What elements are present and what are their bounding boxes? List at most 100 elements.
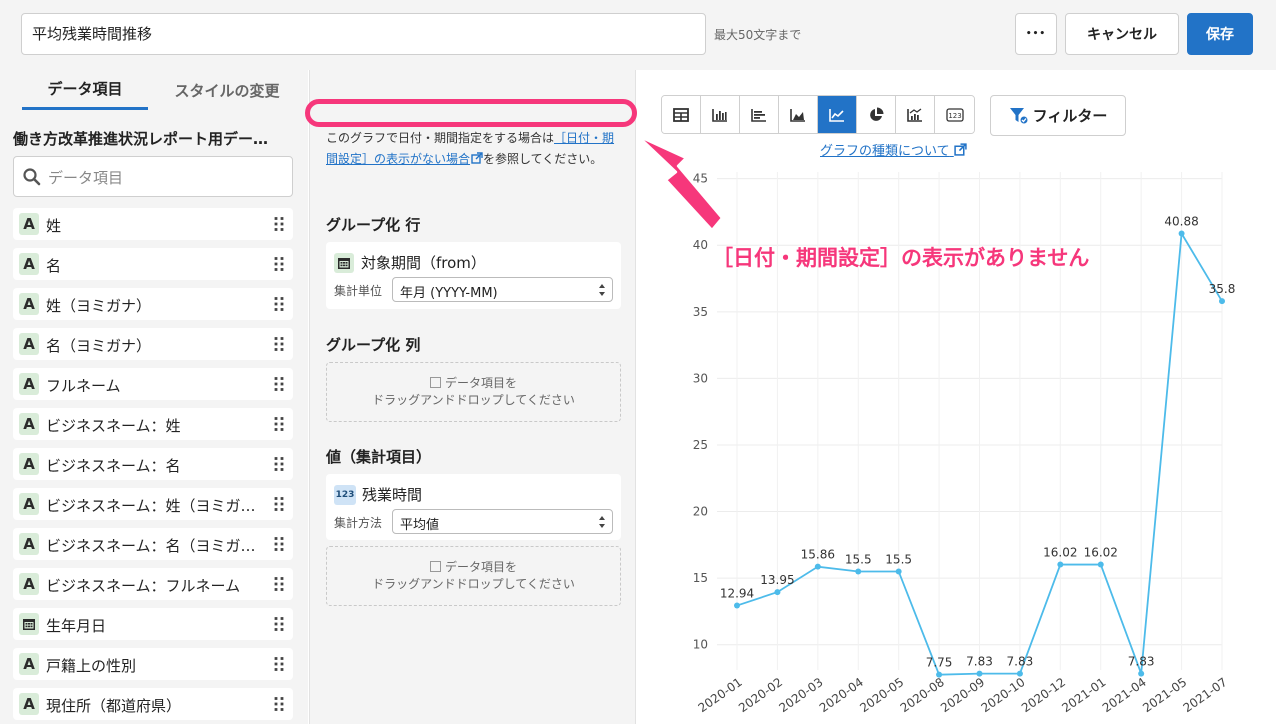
svg-text:123: 123 bbox=[948, 112, 961, 120]
value-dropzone[interactable]: データ項目を ドラッグアンドドロップしてください bbox=[326, 546, 621, 606]
chart-type-line[interactable] bbox=[818, 96, 857, 133]
field-label: 名 bbox=[46, 257, 62, 275]
field-label: ビジネスネーム：名 bbox=[46, 457, 181, 475]
chart-type-number[interactable]: 123 bbox=[935, 96, 974, 133]
group-column-dropzone[interactable]: データ項目を ドラッグアンドドロップしてください bbox=[326, 362, 621, 422]
field-item[interactable]: A ビジネスネーム：姓（ヨミガ… bbox=[13, 488, 293, 520]
group-row-card[interactable]: 対象期間（from） 集計単位 年月 (YYYY-MM) bbox=[326, 242, 621, 309]
y-tick-label: 20 bbox=[693, 505, 708, 519]
drag-handle-icon[interactable] bbox=[274, 537, 284, 551]
drag-handle-icon[interactable] bbox=[274, 577, 284, 591]
data-point bbox=[1097, 561, 1104, 568]
drag-handle-icon[interactable] bbox=[274, 497, 284, 511]
drag-handle-icon[interactable] bbox=[274, 697, 284, 711]
x-tick-label: 2020-04 bbox=[817, 675, 866, 715]
data-label: 7.75 bbox=[926, 656, 953, 670]
drag-handle-icon[interactable] bbox=[274, 297, 284, 311]
value-card[interactable]: 123 残業時間 集計方法 平均値 bbox=[326, 474, 621, 540]
number-icon: 123 bbox=[945, 107, 964, 122]
note-text-post: を参照してください。 bbox=[483, 152, 603, 166]
field-item[interactable]: A 姓（ヨミガナ） bbox=[13, 288, 293, 320]
data-label: 7.83 bbox=[1007, 655, 1034, 669]
drag-handle-icon[interactable] bbox=[274, 257, 284, 271]
text-type-icon: A bbox=[19, 253, 39, 275]
number-type-icon: 123 bbox=[334, 484, 356, 505]
title-length-hint: 最大50文字まで bbox=[714, 28, 802, 42]
y-tick-label: 15 bbox=[693, 571, 708, 585]
field-item[interactable]: A ビジネスネーム：名（ヨミガ… bbox=[13, 528, 293, 560]
chart-types-help-link[interactable]: グラフの種類について bbox=[820, 140, 967, 159]
filter-button[interactable]: フィルター bbox=[990, 95, 1126, 136]
drag-handle-icon[interactable] bbox=[274, 457, 284, 471]
calendar-icon bbox=[19, 613, 39, 635]
save-button[interactable]: 保存 bbox=[1187, 13, 1253, 55]
field-item[interactable]: A 現住所（都道府県） bbox=[13, 688, 293, 720]
chart-type-horizontal-bar[interactable] bbox=[740, 96, 779, 133]
drag-handle-icon[interactable] bbox=[274, 657, 284, 671]
missing-date-setting-highlight bbox=[305, 99, 637, 127]
external-link-icon bbox=[954, 143, 967, 156]
field-label: 戸籍上の性別 bbox=[46, 657, 137, 675]
dataset-title: 働き方改革推進状況レポート用デー… bbox=[13, 130, 269, 148]
horizontal-bar-icon bbox=[751, 108, 766, 122]
tab-style[interactable]: スタイルの変更 bbox=[152, 70, 302, 110]
pie-icon bbox=[870, 107, 884, 121]
data-label: 35.8 bbox=[1209, 282, 1236, 296]
x-tick-label: 2021-07 bbox=[1181, 675, 1230, 715]
drag-handle-icon[interactable] bbox=[274, 417, 284, 431]
top-bar: 平均残業時間推移 最大50文字まで ••• キャンセル 保存 bbox=[0, 0, 1276, 70]
group-column-title: グループ化 列 bbox=[326, 336, 421, 354]
y-tick-label: 40 bbox=[693, 238, 708, 252]
calendar-icon bbox=[334, 252, 354, 273]
field-label: ビジネスネーム：フルネーム bbox=[46, 577, 241, 595]
group-row-title: グループ化 行 bbox=[326, 216, 421, 234]
aggregation-unit-select[interactable]: 年月 (YYYY-MM) bbox=[392, 277, 613, 302]
data-items-panel: データ項目 スタイルの変更 働き方改革推進状況レポート用デー… データ項目 A姓… bbox=[0, 70, 308, 724]
tab-data-items[interactable]: データ項目 bbox=[22, 70, 148, 110]
field-label: 現住所（都道府県） bbox=[46, 697, 182, 715]
x-tick-label: 2020-05 bbox=[857, 675, 906, 715]
value-field: 残業時間 bbox=[362, 486, 423, 504]
drag-handle-icon[interactable] bbox=[274, 217, 284, 231]
chart-type-combo[interactable] bbox=[896, 96, 935, 133]
data-label: 7.83 bbox=[1128, 655, 1155, 669]
chart-types-help-text: グラフの種類について bbox=[820, 144, 950, 159]
dropzone-line2: ドラッグアンドドロップしてください bbox=[372, 577, 575, 591]
cancel-button[interactable]: キャンセル bbox=[1065, 13, 1179, 55]
data-label: 15.5 bbox=[845, 552, 872, 566]
drag-handle-icon[interactable] bbox=[274, 377, 284, 391]
external-link-icon bbox=[471, 152, 483, 164]
chart-type-pie[interactable] bbox=[857, 96, 896, 133]
dropzone-line1: データ項目を bbox=[444, 560, 517, 574]
chart-type-area[interactable] bbox=[779, 96, 818, 133]
text-type-icon: A bbox=[19, 413, 39, 435]
data-label: 15.5 bbox=[885, 552, 912, 566]
data-label: 40.88 bbox=[1164, 215, 1198, 229]
field-item[interactable]: A名 bbox=[13, 248, 293, 280]
field-item[interactable]: A フルネーム bbox=[13, 368, 293, 400]
field-item[interactable]: A ビジネスネーム：フルネーム bbox=[13, 568, 293, 600]
drop-icon bbox=[429, 561, 441, 572]
aggregation-unit-label: 集計単位 bbox=[334, 284, 383, 298]
chart-title-input[interactable]: 平均残業時間推移 bbox=[21, 13, 706, 55]
field-item[interactable]: A 名（ヨミガナ） bbox=[13, 328, 293, 360]
more-options-button[interactable]: ••• bbox=[1015, 13, 1057, 55]
select-arrow-icon bbox=[599, 284, 605, 296]
drag-handle-icon[interactable] bbox=[274, 337, 284, 351]
text-type-icon: A bbox=[19, 533, 39, 555]
x-tick-label: 2020-12 bbox=[1019, 675, 1068, 715]
data-point bbox=[814, 563, 821, 570]
drag-handle-icon[interactable] bbox=[274, 617, 284, 631]
field-item[interactable]: A ビジネスネーム：名 bbox=[13, 448, 293, 480]
value-title: 値（集計項目） bbox=[326, 448, 432, 466]
drop-icon bbox=[429, 377, 441, 388]
field-item[interactable]: A 戸籍上の性別 bbox=[13, 648, 293, 680]
field-item[interactable]: A ビジネスネーム：姓 bbox=[13, 408, 293, 440]
text-type-icon: A bbox=[19, 373, 39, 395]
field-item[interactable]: A姓 bbox=[13, 208, 293, 240]
search-input[interactable]: データ項目 bbox=[13, 156, 293, 197]
search-icon bbox=[23, 168, 41, 186]
aggregation-method-select[interactable]: 平均値 bbox=[392, 509, 613, 534]
dropzone-line2: ドラッグアンドドロップしてください bbox=[372, 393, 575, 407]
field-item[interactable]: 生年月日 bbox=[13, 608, 293, 640]
